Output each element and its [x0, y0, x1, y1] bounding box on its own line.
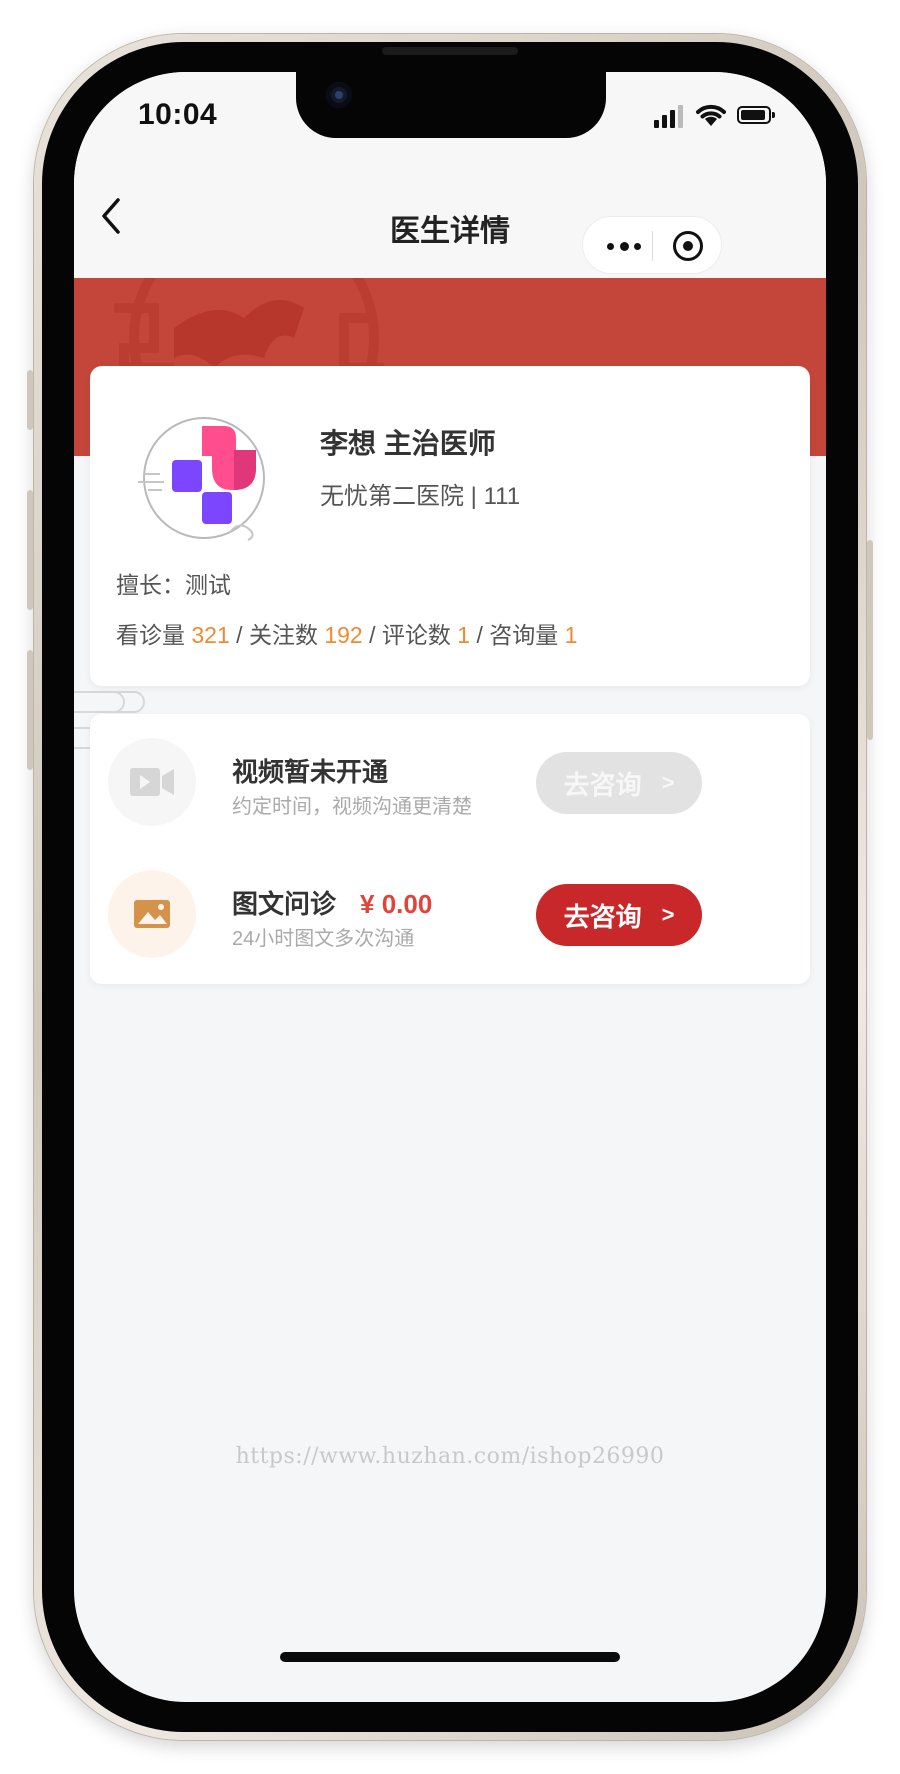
- doctor-stats: 看诊量 321 / 关注数 192 / 评论数 1 / 咨询量 1: [116, 616, 577, 650]
- navigation-bar: 医生详情: [74, 154, 826, 278]
- stat-label: 咨询量: [489, 622, 559, 648]
- stat-value-visits: 321: [191, 622, 230, 648]
- stat-value-followers: 192: [324, 622, 363, 648]
- close-mini-program-icon[interactable]: [673, 231, 703, 261]
- image-icon: [134, 900, 170, 928]
- service-description: 24小时图文多次沟通: [232, 928, 415, 950]
- service-title: 图文问诊 ¥ 0.00: [232, 889, 433, 919]
- phone-power-button: [867, 540, 873, 740]
- watermark-text: https://www.huzhan.com/ishop26990: [235, 1444, 665, 1469]
- video-camera-icon: [130, 768, 174, 796]
- stat-separator: /: [476, 622, 483, 648]
- chevron-right-icon: >: [661, 902, 675, 927]
- service-price: ¥ 0.00: [360, 889, 433, 919]
- stat-label: 评论数: [381, 622, 451, 648]
- mini-program-capsule: [582, 216, 722, 274]
- wifi-icon: [696, 104, 726, 126]
- phone-volume-up: [27, 490, 33, 610]
- cellular-signal-icon: [654, 104, 684, 128]
- stat-label: 看诊量: [116, 622, 185, 648]
- doctor-name-title: 李想 主治医师: [320, 428, 496, 459]
- capsule-divider: [652, 231, 653, 261]
- video-icon-circle: [108, 738, 196, 826]
- doctor-avatar: [138, 417, 265, 541]
- phone-screen: 10:04 医生详情 李想 主治医师 无忧第二医院 | 111 擅长：测试 看诊…: [74, 72, 826, 1702]
- stat-label: 关注数: [248, 622, 318, 648]
- notch: [296, 72, 606, 138]
- consult-button-label: 去咨询: [563, 901, 642, 932]
- phone-volume-down: [27, 650, 33, 770]
- consult-button-label: 去咨询: [563, 769, 642, 800]
- phone-speaker: [382, 47, 518, 55]
- battery-icon: [737, 106, 775, 124]
- doctor-profile-card: 李想 主治医师 无忧第二医院 | 111 擅长：测试 看诊量 321 / 关注数…: [90, 366, 810, 686]
- image-icon-circle: [108, 870, 196, 958]
- service-description: 约定时间，视频沟通更清楚: [232, 796, 472, 818]
- consult-button-image-text[interactable]: 去咨询 >: [536, 884, 702, 946]
- doctor-specialty: 擅长：测试: [116, 572, 231, 598]
- doctor-hospital: 无忧第二医院 | 111: [320, 483, 521, 510]
- stat-value-consultations: 1: [564, 622, 578, 648]
- phone-side-button: [27, 370, 33, 430]
- status-time: 10:04: [138, 98, 218, 131]
- service-row-image-text: 图文问诊 ¥ 0.00 24小时图文多次沟通 去咨询 >: [90, 846, 810, 976]
- front-camera-icon: [326, 82, 352, 108]
- stat-separator: /: [369, 622, 376, 648]
- stat-value-reviews: 1: [457, 622, 471, 648]
- stat-separator: /: [236, 622, 243, 648]
- consult-button-video[interactable]: 去咨询 >: [536, 752, 702, 814]
- home-indicator[interactable]: [280, 1652, 620, 1662]
- more-options-icon[interactable]: [607, 237, 643, 255]
- service-row-video: 视频暂未开通 约定时间，视频沟通更清楚 去咨询 >: [90, 714, 810, 844]
- chevron-right-icon: >: [661, 770, 675, 795]
- service-title: 视频暂未开通: [232, 757, 389, 787]
- consultation-services-card: 视频暂未开通 约定时间，视频沟通更清楚 去咨询 > 图文问诊 ¥ 0.00 24小…: [90, 714, 810, 984]
